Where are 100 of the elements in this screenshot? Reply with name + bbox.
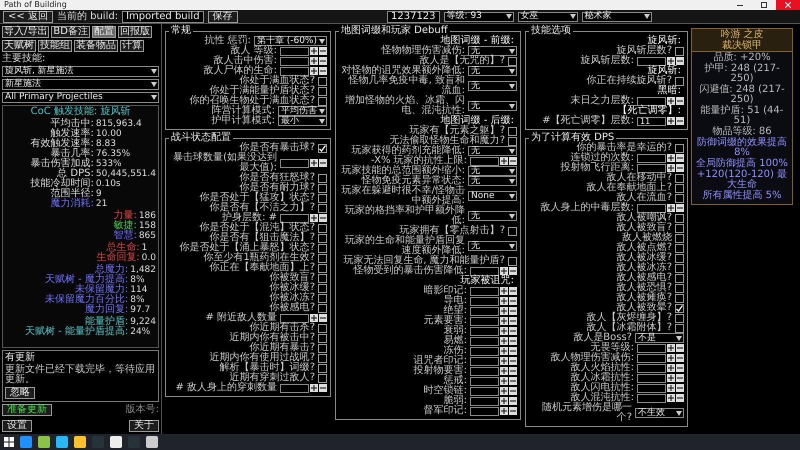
minus-button[interactable]	[509, 317, 517, 325]
checkbox[interactable]	[675, 234, 684, 242]
minus-button[interactable]	[509, 337, 517, 345]
about-button[interactable]: 关于	[129, 420, 159, 432]
plus-button[interactable]	[500, 377, 508, 385]
checkbox[interactable]	[675, 244, 684, 252]
checkbox[interactable]	[318, 284, 327, 292]
number-field[interactable]	[470, 306, 499, 316]
minus-button[interactable]	[509, 297, 517, 305]
ignore-button[interactable]: 忽略	[5, 387, 35, 399]
plus-button[interactable]	[310, 314, 318, 322]
checkbox[interactable]	[675, 294, 684, 302]
skill-dropdown[interactable]: All Primary Projectiles	[2, 92, 159, 103]
checkbox[interactable]	[318, 294, 327, 302]
checkbox[interactable]	[675, 194, 684, 202]
plus-button[interactable]	[500, 327, 508, 335]
minus-button[interactable]	[509, 157, 517, 165]
checkbox[interactable]	[318, 304, 327, 312]
number-field[interactable]	[470, 376, 499, 386]
plus-button[interactable]	[500, 267, 508, 275]
plus-button[interactable]	[500, 407, 508, 415]
ascendancy-dropdown[interactable]: 秘术家	[582, 12, 652, 22]
close-button[interactable]	[776, 0, 800, 10]
save-button[interactable]: 保存	[208, 10, 238, 22]
dropdown[interactable]: 无	[468, 46, 517, 56]
checkbox[interactable]	[675, 324, 684, 332]
minus-button[interactable]	[676, 117, 684, 125]
checkbox[interactable]	[318, 364, 327, 372]
checkbox[interactable]	[675, 214, 684, 222]
checkbox[interactable]	[318, 274, 327, 282]
checkbox[interactable]	[318, 76, 327, 86]
checkbox[interactable]	[675, 174, 684, 182]
tab[interactable]: 配置	[92, 26, 116, 38]
plus-button[interactable]	[310, 57, 318, 65]
number-field[interactable]	[637, 154, 666, 162]
dropdown[interactable]: 第十章 (-60%)	[254, 36, 327, 46]
minus-button[interactable]	[676, 394, 684, 402]
plus-button[interactable]	[667, 354, 675, 362]
plus-button[interactable]	[667, 364, 675, 372]
plus-button[interactable]	[667, 164, 675, 172]
plus-button[interactable]	[500, 307, 508, 315]
checkbox[interactable]	[318, 204, 327, 212]
number-field[interactable]	[470, 336, 499, 346]
checkbox[interactable]	[675, 224, 684, 232]
minus-button[interactable]	[319, 314, 327, 322]
plus-button[interactable]	[500, 367, 508, 375]
tab[interactable]: BD备注	[51, 26, 90, 38]
checkbox[interactable]	[318, 184, 327, 192]
tab[interactable]: 装备物品	[74, 40, 118, 52]
plus-button[interactable]	[500, 287, 508, 295]
checkbox[interactable]	[318, 174, 327, 182]
checkbox[interactable]	[318, 96, 327, 106]
plus-button[interactable]	[310, 159, 318, 167]
checkbox[interactable]	[675, 304, 684, 312]
minus-button[interactable]	[319, 67, 327, 75]
plus-button[interactable]	[500, 317, 508, 325]
minus-button[interactable]	[509, 407, 517, 415]
number-field[interactable]	[470, 386, 499, 396]
checkbox[interactable]	[675, 274, 684, 282]
settings-button[interactable]: 设置	[2, 420, 32, 432]
dropdown[interactable]: 无	[468, 211, 517, 221]
number-field[interactable]	[280, 158, 309, 168]
checkbox[interactable]	[508, 256, 517, 266]
checkbox[interactable]	[675, 264, 684, 272]
minus-button[interactable]	[509, 287, 517, 295]
checkbox[interactable]	[508, 126, 517, 136]
minus-button[interactable]	[319, 214, 327, 222]
back-button[interactable]: << 返回	[3, 10, 53, 22]
plus-button[interactable]	[667, 384, 675, 392]
skill-dropdown[interactable]: 旋风斩, 新星施法	[2, 66, 159, 77]
minus-button[interactable]	[676, 204, 684, 212]
minus-button[interactable]	[509, 387, 517, 395]
tab[interactable]: 回报版	[118, 26, 152, 38]
dropdown[interactable]: 不生效	[635, 408, 684, 418]
checkbox[interactable]	[318, 374, 327, 382]
plus-button[interactable]	[500, 157, 508, 165]
minus-button[interactable]	[319, 159, 327, 167]
minus-button[interactable]	[319, 384, 327, 392]
checkbox[interactable]	[318, 234, 327, 242]
dropdown[interactable]: 无	[468, 101, 517, 111]
dropdown[interactable]: 无	[468, 166, 517, 176]
plus-button[interactable]	[500, 357, 508, 365]
checkbox[interactable]	[508, 136, 517, 146]
checkbox[interactable]	[675, 76, 684, 86]
plus-button[interactable]	[667, 97, 675, 105]
plus-button[interactable]	[667, 57, 675, 65]
number-field[interactable]	[637, 384, 666, 392]
checkbox[interactable]	[318, 354, 327, 362]
level-dropdown[interactable]: 等级: 93	[444, 12, 514, 22]
tab[interactable]: 导入/导出	[2, 26, 50, 38]
plus-button[interactable]	[667, 394, 675, 402]
number-field[interactable]	[280, 46, 309, 56]
plus-button[interactable]	[310, 384, 318, 392]
number-field[interactable]	[470, 396, 499, 406]
checkbox[interactable]	[318, 264, 327, 272]
plus-button[interactable]	[500, 387, 508, 395]
minus-button[interactable]	[676, 364, 684, 372]
dropdown[interactable]: 无	[468, 146, 517, 156]
number-field[interactable]	[637, 96, 666, 106]
number-field[interactable]	[637, 374, 666, 382]
